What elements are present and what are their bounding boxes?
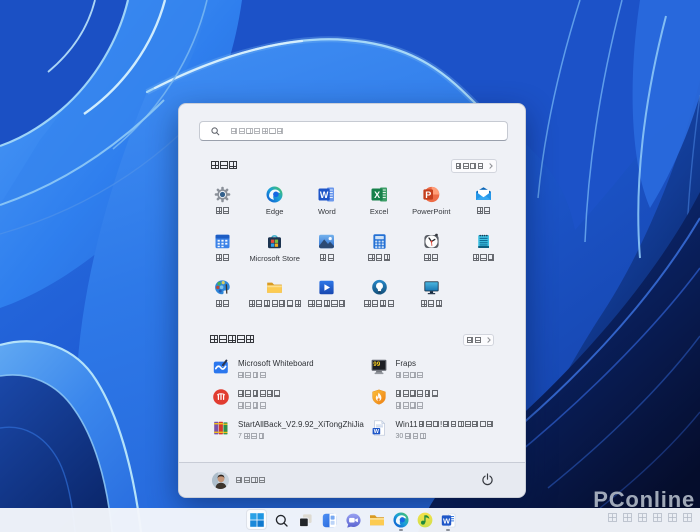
svg-text:99: 99 bbox=[373, 361, 380, 368]
svg-text:P: P bbox=[425, 190, 431, 200]
svg-text:X: X bbox=[374, 190, 380, 200]
svg-text:W: W bbox=[373, 429, 379, 435]
svg-text:W: W bbox=[442, 516, 450, 525]
svg-text:W: W bbox=[320, 190, 329, 200]
